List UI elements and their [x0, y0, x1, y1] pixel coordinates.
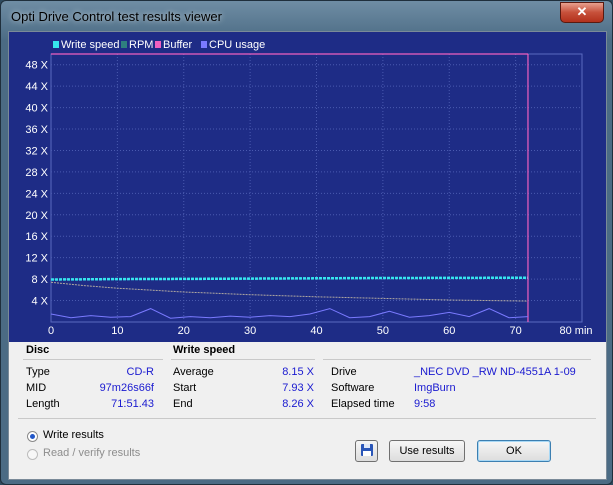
disc-type-label: Type: [26, 366, 50, 378]
ok-button[interactable]: OK: [477, 440, 551, 462]
y-tick-label: 16 X: [25, 231, 48, 243]
elapsed-time-value: 9:58: [414, 398, 436, 410]
legend-swatch: [155, 41, 161, 48]
drive-label: Drive: [331, 366, 357, 378]
disc-section-title: Disc: [26, 344, 50, 356]
x-tick-label: 20: [178, 325, 190, 337]
write-speed-start-label: Start: [173, 382, 197, 394]
write-results-radio[interactable]: [27, 431, 38, 442]
title-bar[interactable]: Opti Drive Control test results viewer ✕: [1, 1, 612, 31]
disc-mid-value: 97m26s66f: [99, 382, 154, 394]
y-tick-label: 28 X: [25, 167, 48, 179]
y-tick-label: 40 X: [25, 103, 48, 115]
write-speed-section-title: Write speed: [173, 344, 236, 356]
chart-area: Write speed RPM Buffer CPU usage 4 X 8 X 12 X…: [9, 32, 606, 342]
elapsed-time-label: Elapsed time: [331, 398, 395, 410]
software-label: Software: [331, 382, 375, 394]
y-tick-label: 36 X: [25, 124, 48, 136]
bottom-separator: [18, 418, 596, 419]
legend-swatch: [53, 41, 59, 48]
y-tick-label: 48 X: [25, 60, 48, 72]
disc-type-value: CD-R: [126, 366, 155, 378]
legend-label: CPU usage: [209, 39, 265, 51]
y-tick-label: 12 X: [25, 253, 48, 265]
write-speed-average-value: 8.15 X: [282, 366, 314, 378]
legend-label: Write speed: [61, 39, 120, 51]
x-tick-label: 40: [310, 325, 322, 337]
legend-swatch: [121, 41, 127, 48]
y-tick-label: 32 X: [25, 145, 48, 157]
write-results-label[interactable]: Write results: [43, 429, 104, 441]
read-verify-results-radio[interactable]: [27, 449, 38, 460]
x-tick-label: 80 min: [559, 325, 592, 337]
close-button[interactable]: ✕: [560, 2, 604, 23]
disc-length-value: 71:51.43: [111, 398, 154, 410]
x-tick-label: 60: [443, 325, 455, 337]
legend-swatch: [201, 41, 207, 48]
x-tick-label: 50: [377, 325, 389, 337]
write-speed-average-label: Average: [173, 366, 214, 378]
disc-mid-label: MID: [26, 382, 47, 394]
disc-separator: [23, 359, 163, 360]
write-speed-end-label: End: [173, 398, 193, 410]
disc-length-label: Length: [26, 398, 60, 410]
floppy-disk-icon: [361, 444, 373, 456]
write-speed-separator: [171, 359, 315, 360]
y-tick-label: 20 X: [25, 210, 48, 222]
save-button[interactable]: [355, 440, 378, 462]
drive-separator: [323, 359, 591, 360]
x-tick-label: 70: [510, 325, 522, 337]
x-tick-label: 0: [48, 325, 54, 337]
window-title: Opti Drive Control test results viewer: [11, 9, 222, 24]
x-tick-label: 30: [244, 325, 256, 337]
client-area: Write speed RPM Buffer CPU usage 4 X 8 X 12 X…: [8, 31, 607, 480]
y-tick-label: 8 X: [31, 274, 48, 286]
write-speed-end-value: 8.26 X: [282, 398, 314, 410]
write-speed-chart: Write speed RPM Buffer CPU usage 4 X 8 X 12 X…: [9, 32, 606, 342]
x-tick-label: 10: [111, 325, 123, 337]
drive-value: _NEC DVD _RW ND-4551A 1-09: [414, 366, 576, 378]
app-window: Opti Drive Control test results viewer ✕…: [0, 0, 613, 485]
read-verify-results-label[interactable]: Read / verify results: [43, 447, 140, 459]
write-speed-start-value: 7.93 X: [282, 382, 314, 394]
y-tick-label: 24 X: [25, 188, 48, 200]
y-tick-label: 4 X: [31, 296, 48, 308]
legend-label: Buffer: [163, 39, 192, 51]
y-tick-label: 44 X: [25, 81, 48, 93]
legend-label: RPM: [129, 39, 153, 51]
software-value: ImgBurn: [414, 382, 456, 394]
use-results-button[interactable]: Use results: [389, 440, 465, 462]
